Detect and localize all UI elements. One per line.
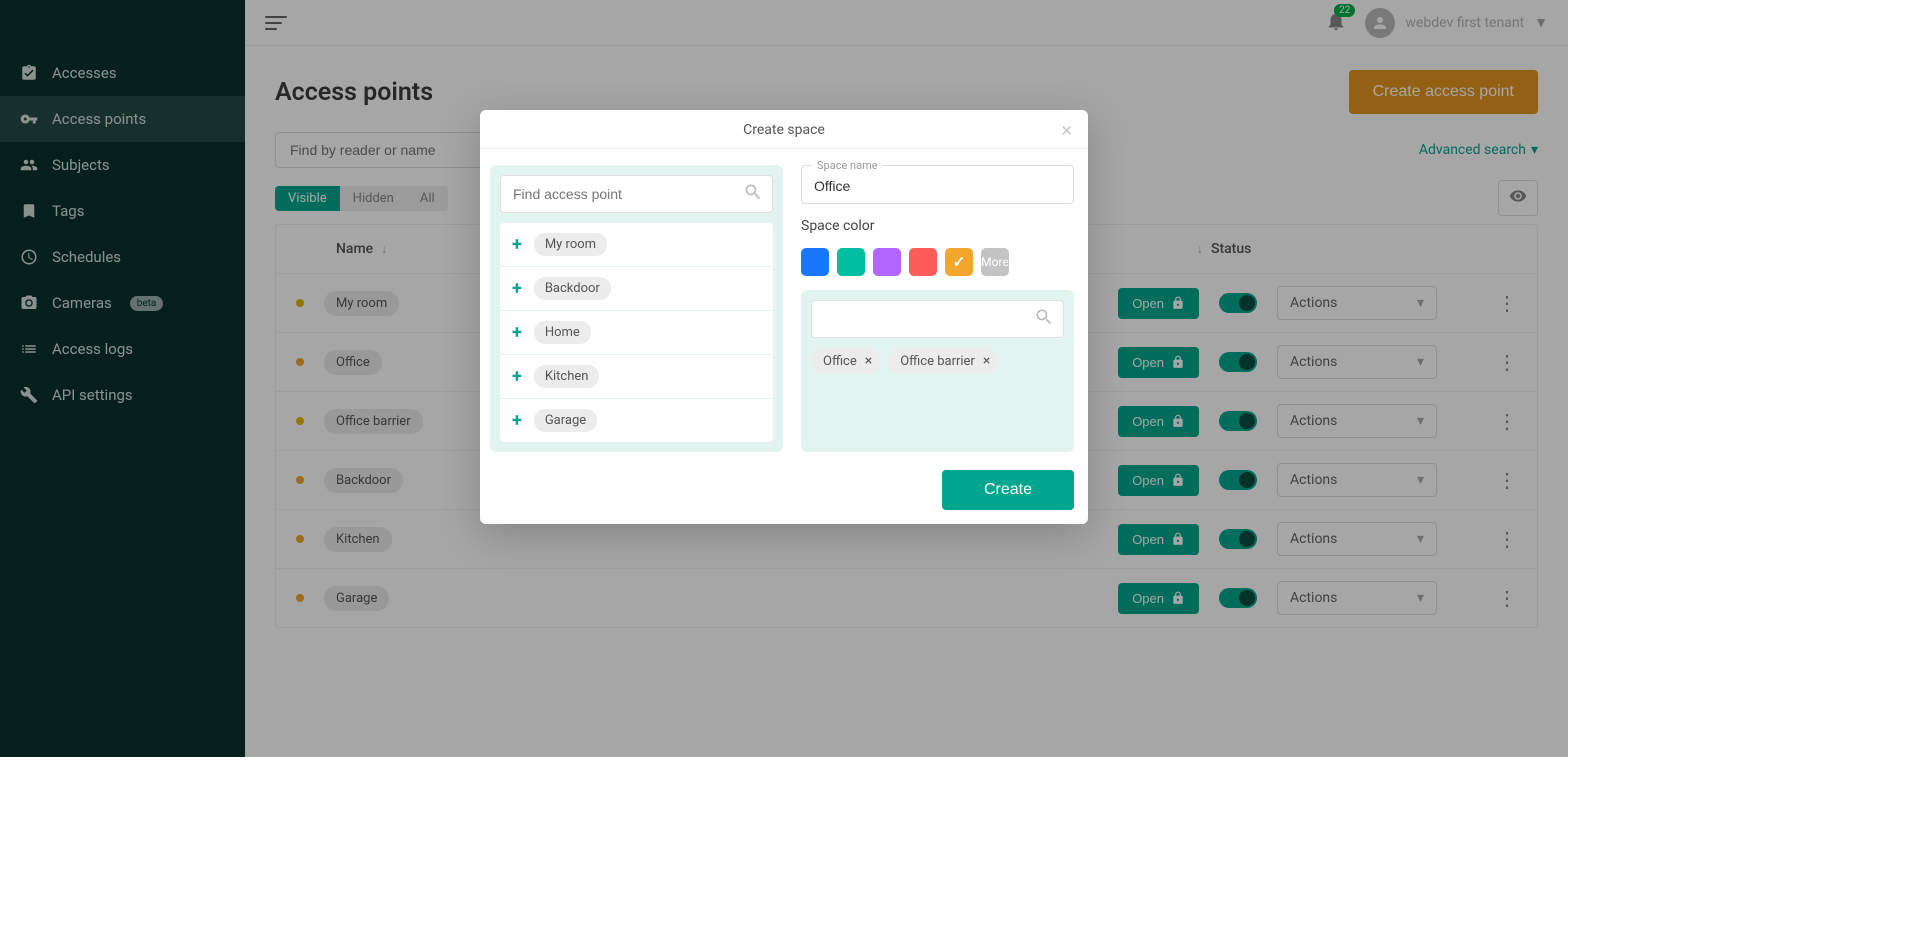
color-swatch[interactable] bbox=[873, 248, 901, 276]
access-point-label: My room bbox=[534, 233, 607, 256]
find-access-point-input[interactable] bbox=[500, 175, 773, 213]
add-icon[interactable]: + bbox=[512, 234, 522, 255]
selected-chip: Office× bbox=[811, 348, 880, 374]
access-point-label: Home bbox=[534, 321, 591, 344]
available-access-points: + My room + Backdoor + Home + Kitchen + Garage bbox=[490, 165, 783, 452]
selected-search-input[interactable] bbox=[811, 300, 1064, 338]
selected-access-points: Office× Office barrier× bbox=[801, 290, 1074, 452]
color-swatch[interactable] bbox=[945, 248, 973, 276]
close-icon[interactable]: × bbox=[1061, 120, 1072, 140]
search-icon bbox=[743, 182, 763, 206]
create-button[interactable]: Create bbox=[942, 470, 1074, 510]
remove-icon[interactable]: × bbox=[865, 353, 872, 369]
create-space-modal: Create space × + My room + Backdoor + Home + Ki… bbox=[480, 110, 1088, 524]
access-point-option: + Garage bbox=[500, 399, 773, 442]
access-point-label: Kitchen bbox=[534, 365, 600, 388]
add-icon[interactable]: + bbox=[512, 322, 522, 343]
access-point-label: Backdoor bbox=[534, 277, 611, 300]
color-swatch[interactable] bbox=[909, 248, 937, 276]
remove-icon[interactable]: × bbox=[983, 353, 990, 369]
space-color-label: Space color bbox=[801, 218, 1074, 234]
color-swatch[interactable] bbox=[801, 248, 829, 276]
access-point-option: + Home bbox=[500, 311, 773, 354]
access-point-label: Garage bbox=[534, 409, 597, 432]
access-point-option: + My room bbox=[500, 223, 773, 266]
selected-chip: Office barrier× bbox=[888, 348, 998, 374]
add-icon[interactable]: + bbox=[512, 366, 522, 387]
access-point-option: + Kitchen bbox=[500, 355, 773, 398]
space-name-field[interactable]: Space name bbox=[801, 165, 1074, 204]
access-point-option: + Backdoor bbox=[500, 267, 773, 310]
search-icon bbox=[1034, 307, 1054, 331]
more-colors-button[interactable]: More bbox=[981, 248, 1009, 276]
modal-title: Create space bbox=[743, 122, 825, 138]
space-name-input[interactable] bbox=[814, 178, 1061, 194]
color-swatch[interactable] bbox=[837, 248, 865, 276]
modal-overlay: Create space × + My room + Backdoor + Home + Ki… bbox=[0, 0, 1568, 757]
add-icon[interactable]: + bbox=[512, 410, 522, 431]
add-icon[interactable]: + bbox=[512, 278, 522, 299]
